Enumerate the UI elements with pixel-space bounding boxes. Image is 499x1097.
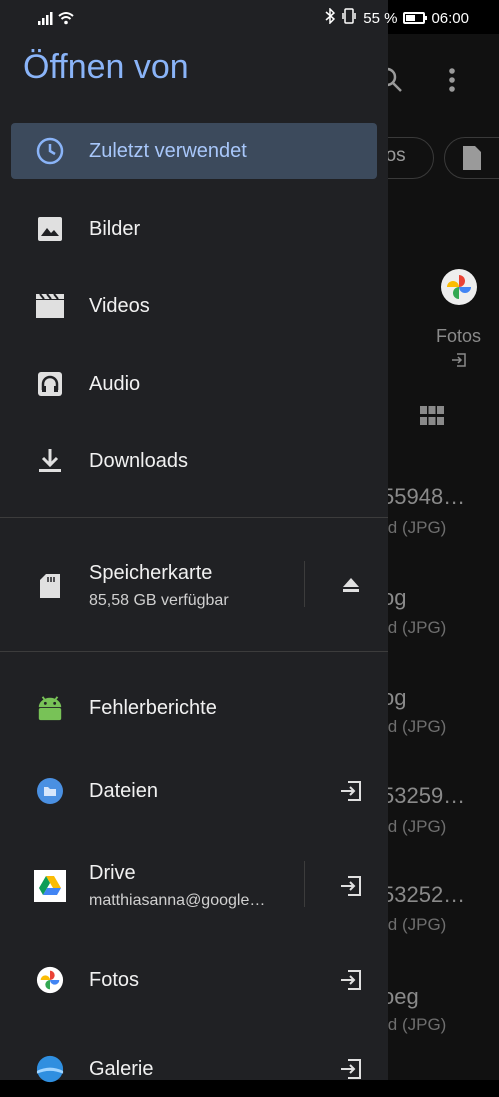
open-photos-app-button[interactable] <box>336 965 366 995</box>
drawer-item-audio[interactable]: Audio <box>11 356 377 412</box>
fotos-label: Fotos <box>436 326 482 346</box>
download-icon <box>36 447 64 475</box>
divider <box>304 561 305 607</box>
open-files-app-button[interactable] <box>336 776 366 806</box>
battery-icon <box>403 12 428 24</box>
open-external-icon <box>341 781 361 801</box>
eject-button[interactable] <box>336 570 366 600</box>
drawer-item-sublabel: matthiasanna@google… <box>89 892 266 909</box>
drawer-title: Öffnen von <box>23 48 189 86</box>
sd-card-icon <box>36 572 64 600</box>
drawer-item-sublabel: 85,58 GB verfügbar <box>89 592 229 609</box>
background-file-list: eos Fotos 55948…ld (JPG) ogld (JPG) ogld… <box>388 34 499 1080</box>
videos-chip: eos <box>388 137 434 179</box>
gallery-icon <box>36 1055 64 1083</box>
drawer-item-gallery[interactable]: Galerie <box>11 1041 377 1097</box>
divider <box>304 861 305 907</box>
drawer-item-label: Audio <box>89 372 141 395</box>
navigation-drawer: Öffnen von Zuletzt verwendet Bilder Vide… <box>0 0 388 1083</box>
drawer-item-downloads[interactable]: Downloads <box>11 433 377 489</box>
drawer-item-label: Downloads <box>89 449 188 472</box>
drawer-item-videos[interactable]: Videos <box>11 278 377 334</box>
drawer-item-files[interactable]: Dateien <box>11 763 377 819</box>
vibrate-icon <box>341 8 357 28</box>
status-bar: 55 % 06:00 <box>0 0 499 34</box>
android-icon <box>36 694 64 722</box>
drawer-item-photos[interactable]: Fotos <box>11 952 377 1008</box>
photos-icon <box>36 966 64 994</box>
bluetooth-icon <box>325 7 336 28</box>
drive-icon <box>34 870 66 902</box>
drawer-item-label: Dateien <box>89 779 158 802</box>
open-external-icon <box>452 353 466 367</box>
open-drive-app-button[interactable] <box>336 871 366 901</box>
drawer-item-label: Videos <box>89 294 150 317</box>
search-icon <box>388 67 402 92</box>
headphones-icon <box>36 370 64 398</box>
documents-chip <box>444 137 499 179</box>
document-icon <box>463 146 481 170</box>
fotos-app-logo <box>441 269 477 305</box>
eject-icon <box>343 578 359 592</box>
drawer-item-drive[interactable]: Drive matthiasanna@google… <box>11 856 377 916</box>
image-icon <box>36 215 64 243</box>
signal-icon <box>38 12 74 25</box>
open-external-icon <box>341 876 361 896</box>
drawer-item-label: Bilder <box>89 217 141 240</box>
more-options-icon <box>449 68 455 92</box>
grid-view-icon <box>420 406 444 425</box>
drawer-item-label: Speicherkarte <box>89 562 213 584</box>
clock: 06:00 <box>431 9 469 27</box>
divider <box>0 651 388 652</box>
drawer-item-sdcard[interactable]: Speicherkarte 85,58 GB verfügbar <box>11 556 377 616</box>
drawer-item-label: Drive <box>89 862 136 884</box>
files-app-icon <box>36 777 64 805</box>
divider <box>0 517 388 518</box>
open-external-icon <box>341 1059 361 1079</box>
clock-icon <box>36 137 64 165</box>
open-external-icon <box>341 970 361 990</box>
drawer-item-label: Fehlerberichte <box>89 696 217 719</box>
drawer-item-recent[interactable]: Zuletzt verwendet <box>11 123 377 179</box>
drawer-item-label: Fotos <box>89 968 140 991</box>
drawer-item-bugreports[interactable]: Fehlerberichte <box>11 680 377 736</box>
drawer-item-images[interactable]: Bilder <box>11 201 377 257</box>
drawer-item-label: Zuletzt verwendet <box>89 139 247 162</box>
drawer-item-label: Galerie <box>89 1057 154 1080</box>
battery-percent: 55 % <box>363 9 398 27</box>
movie-icon <box>36 292 64 320</box>
